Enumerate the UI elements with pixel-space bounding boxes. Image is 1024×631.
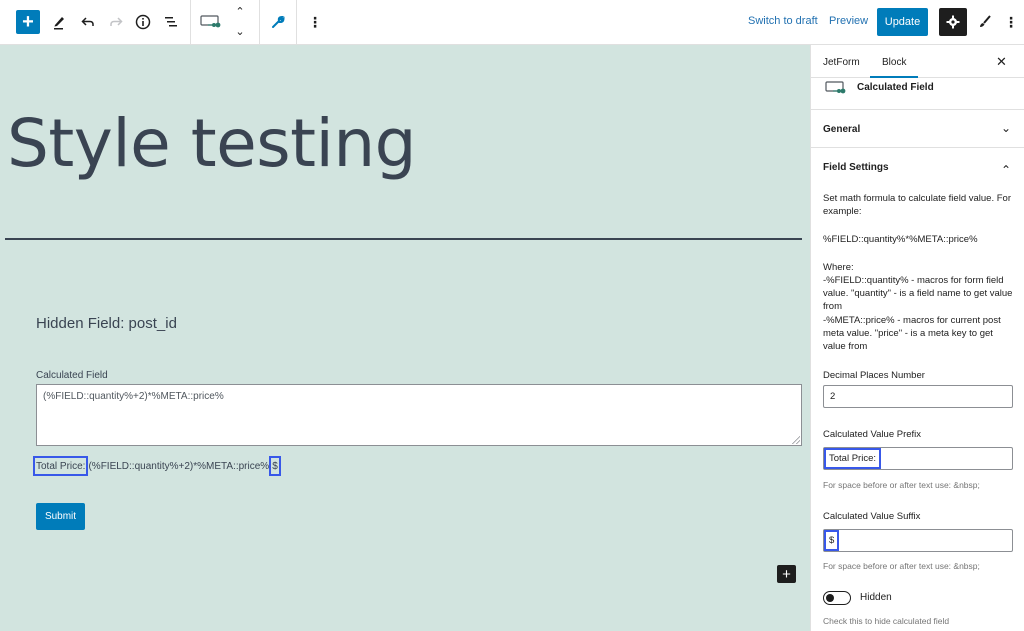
toolbar-divider: [259, 0, 260, 44]
toggle-knob: [826, 594, 834, 602]
list-view-button[interactable]: [157, 8, 185, 36]
block-settings-button[interactable]: [264, 8, 292, 36]
hidden-toggle-note: Check this to hide calculated field: [823, 616, 950, 626]
tab-block[interactable]: Block: [882, 57, 906, 68]
calculated-field-icon: [825, 81, 846, 94]
submit-button[interactable]: Submit: [36, 503, 85, 530]
hidden-toggle-label: Hidden: [860, 592, 892, 603]
preview-button[interactable]: Preview: [829, 15, 868, 27]
block-card: Calculated Field: [811, 78, 1024, 110]
chevron-down-icon: ⌄: [1000, 121, 1011, 135]
gear-icon: [946, 15, 960, 29]
preview-suffix: $: [269, 456, 281, 476]
redo-button[interactable]: [102, 8, 130, 36]
list-view-icon: [165, 17, 177, 27]
close-icon: ✕: [996, 54, 1007, 69]
prefix-note: For space before or after text use: &nbs…: [823, 480, 980, 490]
prefix-label: Calculated Value Prefix: [823, 429, 922, 440]
calculated-field-formula-input[interactable]: (%FIELD::quantity%+2)*%META::price%: [36, 384, 802, 446]
block-type-button[interactable]: [196, 8, 226, 36]
tools-button[interactable]: [45, 8, 73, 36]
brush-icon: [980, 15, 991, 27]
formula-help-example: %FIELD::quantity%*%META::price%: [823, 234, 978, 245]
details-button[interactable]: [129, 8, 157, 36]
wrench-icon: [272, 15, 285, 28]
calculated-preview: Total Price: (%FIELD::quantity%+2)*%META…: [33, 456, 281, 476]
formula-help-where: Where:: [823, 262, 854, 273]
tab-jetform[interactable]: JetForm: [823, 57, 860, 68]
options-button[interactable]: ⋮: [997, 8, 1024, 36]
undo-button[interactable]: [74, 8, 102, 36]
panel-general-title: General: [823, 124, 861, 135]
hidden-field-block[interactable]: Hidden Field: post_id: [36, 315, 177, 332]
post-title[interactable]: Style testing: [7, 105, 417, 182]
preview-formula: (%FIELD::quantity%+2)*%META::price%: [88, 460, 270, 472]
formula-help-meta-macro: -%META::price% - macros for current post…: [823, 315, 1001, 352]
separator-block: [5, 238, 802, 240]
pencil-icon: [54, 17, 64, 30]
move-up-button[interactable]: ⌃: [226, 2, 254, 20]
formula-help-intro: Set math formula to calculate field valu…: [823, 193, 1011, 217]
more-vertical-icon: ⋮: [308, 14, 322, 30]
settings-sidebar: JetForm Block ✕ Calculated Field General…: [810, 45, 1024, 631]
prefix-value: Total Price:: [824, 448, 881, 469]
block-card-title: Calculated Field: [857, 82, 934, 93]
sidebar-tabs: JetForm Block ✕: [811, 45, 1024, 78]
preview-prefix: Total Price:: [33, 456, 89, 476]
decimal-places-input[interactable]: 2: [823, 385, 1013, 408]
block-inserter-button[interactable]: +: [777, 565, 796, 583]
calculated-field-icon: [200, 15, 221, 28]
more-options-button[interactable]: ⋮: [301, 8, 329, 36]
plus-icon: +: [22, 11, 34, 33]
suffix-input[interactable]: $: [823, 529, 1013, 552]
toolbar-divider: [190, 0, 191, 44]
panel-field-settings-toggle[interactable]: Field Settings ⌃: [811, 149, 1024, 186]
suffix-value: $: [824, 530, 840, 551]
editor-top-toolbar: + ⌃ ⌄ ⋮ Switch to draft Preview Update ⋮: [0, 0, 1024, 45]
suffix-label: Calculated Value Suffix: [823, 511, 921, 522]
panel-general-toggle[interactable]: General ⌄: [811, 111, 1024, 148]
undo-icon: [81, 17, 94, 26]
suffix-note: For space before or after text use: &nbs…: [823, 561, 980, 571]
panel-field-settings-title: Field Settings: [823, 162, 889, 173]
calculated-field-label: Calculated Field: [36, 370, 108, 381]
update-button[interactable]: Update: [877, 8, 928, 36]
chevron-up-icon: ⌃: [1000, 163, 1011, 177]
formula-text: (%FIELD::quantity%+2)*%META::price%: [43, 391, 224, 402]
add-block-button[interactable]: +: [16, 10, 40, 34]
decimal-places-label: Decimal Places Number: [823, 370, 925, 381]
redo-icon: [110, 17, 123, 26]
settings-button[interactable]: [939, 8, 967, 36]
editor-canvas: Style testing Hidden Field: post_id Calc…: [0, 45, 810, 631]
resize-handle[interactable]: [792, 436, 800, 444]
formula-help-field-macro: -%FIELD::quantity% - macros for form fie…: [823, 275, 1013, 312]
chevron-up-icon: ⌃: [235, 5, 245, 18]
info-icon: [135, 14, 151, 30]
move-down-button[interactable]: ⌄: [226, 22, 254, 40]
close-sidebar-button[interactable]: ✕: [996, 54, 1007, 70]
chevron-down-icon: ⌄: [235, 25, 245, 38]
toolbar-divider: [296, 0, 297, 44]
switch-to-draft-button[interactable]: Switch to draft: [748, 15, 818, 27]
styles-button[interactable]: [971, 8, 999, 36]
prefix-input[interactable]: Total Price:: [823, 447, 1013, 470]
decimal-places-value: 2: [830, 391, 836, 402]
more-vertical-icon: ⋮: [1004, 14, 1018, 30]
hidden-toggle[interactable]: [823, 591, 851, 605]
plus-icon: +: [782, 565, 791, 583]
